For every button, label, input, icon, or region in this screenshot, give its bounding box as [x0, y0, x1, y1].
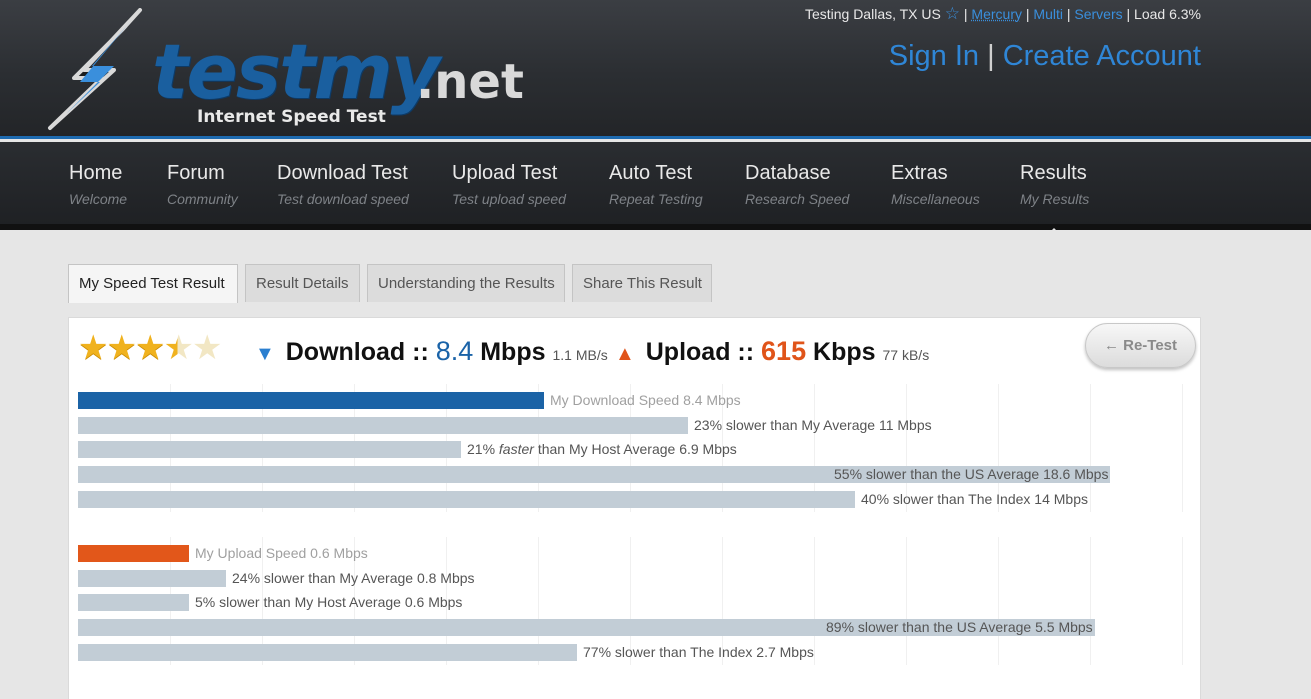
main-nav: Home Welcome Forum Community Download Te…	[0, 142, 1311, 230]
comparison-bar	[78, 491, 855, 508]
upload-label: Upload ::	[645, 338, 755, 366]
nav-item-database[interactable]: Database Research Speed	[745, 162, 849, 207]
comparison-bar-row: 40% slower than The Index 14 Mbps	[78, 491, 1188, 508]
retest-button[interactable]: ← Re-Test	[1085, 323, 1196, 368]
star-empty-icon: ★	[191, 329, 223, 367]
download-result: ▼ Download :: 8.4 Mbps 1.1 MB/s	[255, 336, 608, 367]
bar-label: 77% slower than The Index 2.7 Mbps	[583, 644, 814, 660]
tab-understanding-results[interactable]: Understanding the Results	[367, 264, 565, 302]
site-logo[interactable]: testmy .net Internet Speed Test	[44, 8, 524, 132]
download-speed-bar	[78, 392, 544, 409]
create-account-link[interactable]: Create Account	[1003, 40, 1201, 72]
account-links: Sign In | Create Account	[888, 40, 1201, 72]
comparison-bar-row: 55% slower than the US Average 18.6 Mbps	[78, 466, 1188, 483]
server-link-mercury[interactable]: Mercury	[971, 6, 1022, 22]
bar-label: 55% slower than the US Average 18.6 Mbps	[834, 466, 1109, 482]
tab-result-details[interactable]: Result Details	[245, 264, 360, 302]
server-link-servers[interactable]: Servers	[1074, 6, 1122, 22]
bar-label: 21% faster than My Host Average 6.9 Mbps	[467, 441, 737, 457]
bar-label: 5% slower than My Host Average 0.6 Mbps	[195, 594, 463, 610]
testing-location: Testing Dallas, TX US	[804, 6, 941, 22]
upload-comparison-chart: My Upload Speed 0.6 Mbps 24% slower than …	[78, 537, 1188, 665]
my-download-bar-row: My Download Speed 8.4 Mbps	[78, 392, 1188, 409]
logo-wordmark: testmy	[152, 27, 440, 116]
nav-item-download-test[interactable]: Download Test Test download speed	[277, 162, 409, 207]
sign-in-link[interactable]: Sign In	[889, 40, 979, 72]
logo-tagline: Internet Speed Test	[197, 107, 386, 127]
server-load: Load 6.3%	[1134, 6, 1201, 22]
nav-item-forum[interactable]: Forum Community	[167, 162, 238, 207]
comparison-bar-row: 21% faster than My Host Average 6.9 Mbps	[78, 441, 1188, 458]
my-upload-bar-row: My Upload Speed 0.6 Mbps	[78, 545, 1188, 562]
upload-bytes: 77 kB/s	[882, 347, 930, 363]
download-label: Download ::	[285, 338, 429, 366]
download-unit: Mbps	[480, 338, 546, 366]
comparison-bar-row: 89% slower than the US Average 5.5 Mbps	[78, 619, 1188, 636]
download-bytes: 1.1 MB/s	[552, 347, 608, 363]
star-full-icon: ★	[78, 329, 109, 367]
comparison-bar	[78, 644, 577, 661]
comparison-bar	[78, 570, 226, 587]
comparison-bar	[78, 594, 189, 611]
bar-label: 89% slower than the US Average 5.5 Mbps	[826, 619, 1093, 635]
comparison-bar-row: 5% slower than My Host Average 0.6 Mbps	[78, 594, 1188, 611]
comparison-bar-row: 24% slower than My Average 0.8 Mbps	[78, 570, 1188, 587]
star-half-icon: ★	[163, 329, 194, 367]
bar-label: 40% slower than The Index 14 Mbps	[861, 491, 1088, 507]
star-full-icon: ★	[106, 329, 137, 367]
nav-item-extras[interactable]: Extras Miscellaneous	[891, 162, 980, 207]
comparison-bar	[78, 441, 461, 458]
upload-unit: Kbps	[813, 338, 876, 366]
active-nav-pointer	[1046, 228, 1062, 236]
bar-label: My Upload Speed 0.6 Mbps	[195, 545, 368, 561]
bar-label: My Download Speed 8.4 Mbps	[550, 392, 741, 408]
rating-stars: ★★★★★	[78, 329, 223, 367]
nav-item-results[interactable]: Results My Results	[1020, 162, 1089, 207]
server-status-bar: Testing Dallas, TX US ☆ | Mercury | Mult…	[804, 4, 1201, 23]
comparison-bar-row: 23% slower than My Average 11 Mbps	[78, 417, 1188, 434]
download-arrow-icon: ▼	[255, 343, 275, 365]
bar-label: 24% slower than My Average 0.8 Mbps	[232, 570, 475, 586]
tab-my-speed-test-result[interactable]: My Speed Test Result	[68, 264, 238, 303]
tab-share-result[interactable]: Share This Result	[572, 264, 712, 302]
lightning-bolt-icon	[48, 8, 142, 130]
nav-item-home[interactable]: Home Welcome	[69, 162, 127, 207]
download-value: 8.4	[435, 336, 474, 366]
upload-result: ▲ Upload :: 615 Kbps 77 kB/s	[615, 336, 929, 367]
comparison-bar	[78, 417, 688, 434]
nav-item-auto-test[interactable]: Auto Test Repeat Testing	[609, 162, 703, 207]
site-header: testmy .net Internet Speed Test Testing …	[0, 0, 1311, 139]
server-link-multi[interactable]: Multi	[1033, 6, 1063, 22]
upload-speed-bar	[78, 545, 189, 562]
logo-tld: .net	[416, 54, 524, 110]
nav-item-upload-test[interactable]: Upload Test Test upload speed	[452, 162, 566, 207]
comparison-bar-row: 77% slower than The Index 2.7 Mbps	[78, 644, 1188, 661]
upload-value: 615	[761, 336, 807, 366]
star-full-icon: ★	[134, 329, 166, 367]
download-comparison-chart: My Download Speed 8.4 Mbps 23% slower tha…	[78, 384, 1188, 512]
bar-label: 23% slower than My Average 11 Mbps	[694, 417, 932, 433]
favorite-star-icon[interactable]: ☆	[945, 4, 960, 23]
upload-arrow-icon: ▲	[615, 343, 635, 365]
